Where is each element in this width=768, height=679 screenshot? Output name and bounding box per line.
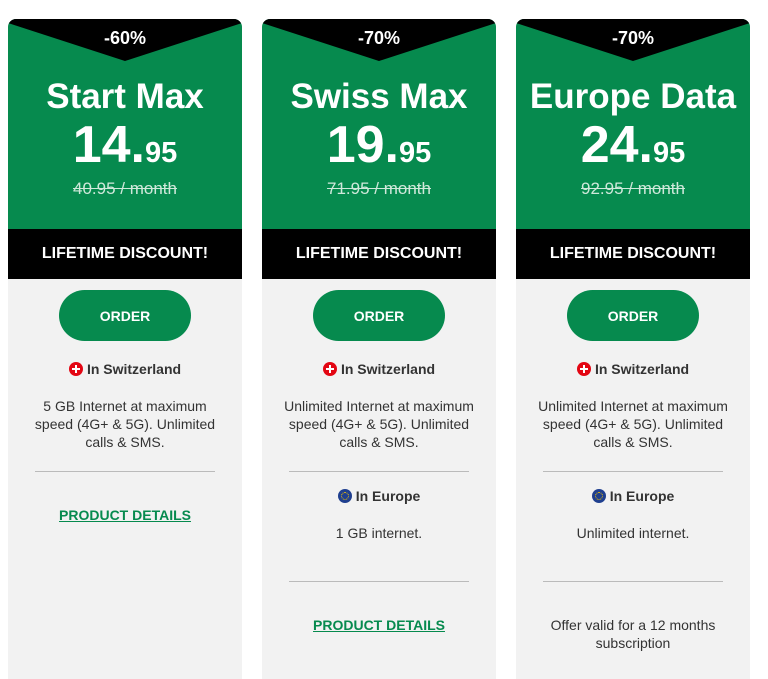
- plan-card-swiss-max: -70% Swiss Max 19.95 71.95 / month LIFET…: [262, 19, 496, 679]
- old-price: 92.95 / month: [581, 179, 685, 198]
- price-decimal: 95: [653, 137, 686, 169]
- eu-flag-icon: [337, 489, 352, 503]
- plan-price: 24.95: [516, 115, 750, 188]
- region-label: In Europe: [355, 488, 421, 504]
- order-button[interactable]: ORDER: [59, 290, 191, 341]
- plan-price: 19.95: [262, 115, 496, 188]
- lifetime-discount-banner: LIFETIME DISCOUNT!: [8, 229, 242, 279]
- swiss-flag-icon: [576, 362, 591, 376]
- region-label: In Switzerland: [86, 361, 182, 377]
- plan-name: Swiss Max: [290, 77, 468, 116]
- discount-badge: -70%: [357, 28, 401, 48]
- plan-name: Start Max: [46, 77, 204, 116]
- eu-flag-icon: [591, 489, 606, 503]
- discount-badge: -70%: [611, 28, 655, 48]
- old-price: 71.95 / month: [327, 179, 431, 198]
- swiss-flag-icon: [68, 362, 83, 376]
- divider: [543, 581, 723, 582]
- price-decimal: 95: [145, 137, 178, 169]
- divider: [289, 471, 469, 472]
- product-details-link[interactable]: PRODUCT DETAILS: [262, 617, 496, 633]
- old-price: 40.95 / month: [73, 179, 177, 198]
- offer-note: Offer valid for a 12 months subscription: [550, 617, 716, 651]
- plan-card-start-max: -60% Start Max 14.95 40.95 / month LIFET…: [8, 19, 242, 679]
- europe-features: Unlimited internet.: [576, 525, 690, 541]
- switzerland-features: Unlimited Internet at maximum speed (4G+…: [284, 398, 474, 450]
- price-decimal: 95: [399, 137, 432, 169]
- swiss-flag-icon: [322, 362, 337, 376]
- plan-price: 14.95: [8, 115, 242, 188]
- lifetime-discount-banner: LIFETIME DISCOUNT!: [262, 229, 496, 279]
- region-label: In Switzerland: [594, 361, 690, 377]
- region-switzerland: In Switzerland: [516, 361, 750, 377]
- europe-features: 1 GB internet.: [335, 525, 423, 541]
- switzerland-features: Unlimited Internet at maximum speed (4G+…: [538, 398, 728, 450]
- order-button[interactable]: ORDER: [567, 290, 699, 341]
- divider: [35, 471, 215, 472]
- region-europe: In Europe: [516, 488, 750, 504]
- switzerland-features: 5 GB Internet at maximum speed (4G+ & 5G…: [34, 398, 216, 450]
- region-europe: In Europe: [262, 488, 496, 504]
- price-integer: 14.: [72, 116, 146, 174]
- divider: [289, 581, 469, 582]
- discount-badge: -60%: [103, 28, 147, 48]
- price-integer: 19.: [326, 116, 400, 174]
- lifetime-discount-banner: LIFETIME DISCOUNT!: [516, 229, 750, 279]
- region-switzerland: In Switzerland: [262, 361, 496, 377]
- product-details-link[interactable]: PRODUCT DETAILS: [8, 507, 242, 523]
- order-button[interactable]: ORDER: [313, 290, 445, 341]
- region-label: In Europe: [609, 488, 675, 504]
- region-label: In Switzerland: [340, 361, 436, 377]
- plan-name: Europe Data: [529, 77, 737, 116]
- plan-card-europe-data: -70% Europe Data 24.95 92.95 / month LIF…: [516, 19, 750, 679]
- divider: [543, 471, 723, 472]
- region-switzerland: In Switzerland: [8, 361, 242, 377]
- price-integer: 24.: [580, 116, 654, 174]
